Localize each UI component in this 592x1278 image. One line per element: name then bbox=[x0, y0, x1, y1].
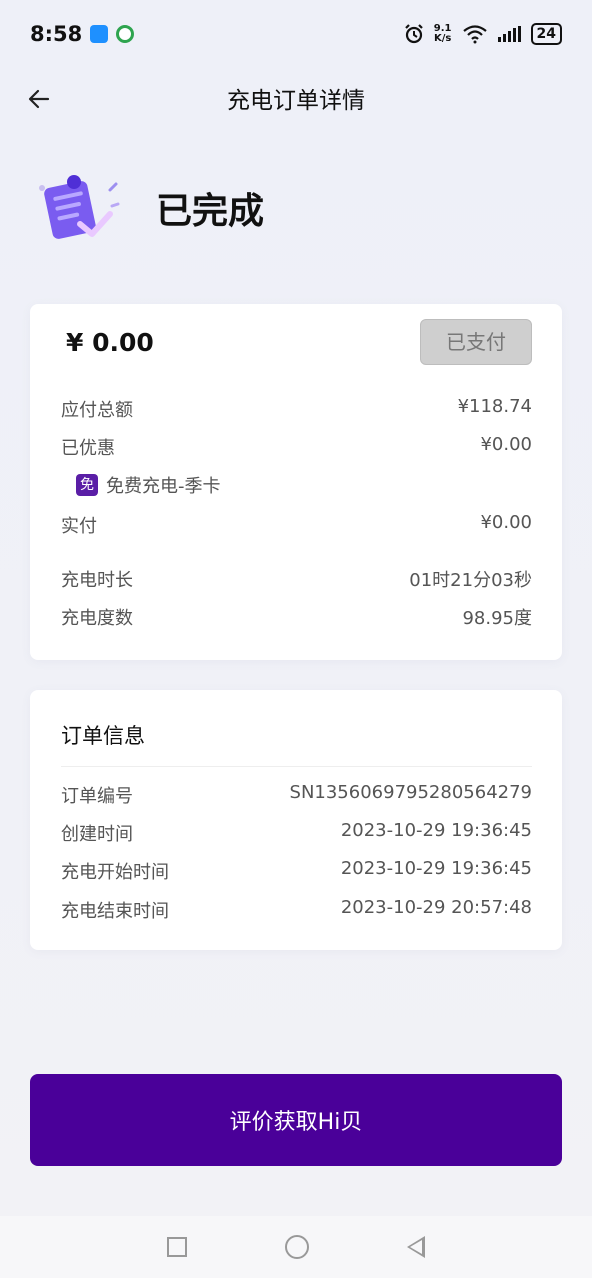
charge-duration-row: 充电时长 01时21分03秒 bbox=[61, 566, 532, 592]
status-bar: 8:58 9.1 K/s 24 bbox=[0, 0, 592, 68]
alarm-icon bbox=[405, 24, 423, 44]
charge-start-time-row: 充电开始时间 2023-10-29 19:36:45 bbox=[61, 858, 532, 884]
discount-row: 已优惠 ¥0.00 bbox=[61, 434, 532, 460]
row-label: 充电结束时间 bbox=[61, 901, 169, 922]
divider bbox=[61, 766, 532, 767]
order-complete-illustration-icon bbox=[36, 168, 120, 248]
actual-paid-row: 实付 ¥0.00 bbox=[61, 512, 532, 538]
order-status: 已完成 bbox=[36, 168, 264, 248]
net-speed: 9.1 K/s bbox=[434, 24, 452, 44]
row-value: 2023-10-29 19:36:45 bbox=[340, 858, 532, 879]
charge-end-time-row: 充电结束时间 2023-10-29 20:57:48 bbox=[61, 897, 532, 923]
order-status-text: 已完成 bbox=[156, 191, 265, 232]
net-speed-unit: K/s bbox=[433, 33, 452, 44]
nav-back-icon[interactable] bbox=[407, 1236, 425, 1258]
signal-icon bbox=[497, 26, 521, 42]
wifi-icon bbox=[462, 25, 487, 44]
row-label: 充电时长 bbox=[61, 570, 133, 591]
charge-energy-row: 充电度数 98.95度 bbox=[61, 604, 532, 630]
row-label: 应付总额 bbox=[61, 400, 133, 421]
page-title: 充电订单详情 bbox=[227, 88, 365, 114]
payable-total-row: 应付总额 ¥118.74 bbox=[61, 396, 532, 422]
paid-status-button[interactable]: 已支付 bbox=[420, 319, 532, 365]
page-header: 充电订单详情 bbox=[0, 68, 592, 128]
coupon-item: 免 免费充电-季卡 bbox=[76, 472, 221, 498]
row-value: ¥0.00 bbox=[480, 434, 532, 455]
battery-icon: 24 bbox=[530, 23, 562, 45]
message-app-icon bbox=[90, 25, 109, 43]
row-label: 充电开始时间 bbox=[61, 862, 169, 883]
row-value: ¥118.74 bbox=[457, 396, 532, 417]
row-value: SN1356069795280564279 bbox=[289, 782, 532, 803]
system-nav-bar bbox=[0, 1216, 592, 1278]
row-value: 01时21分03秒 bbox=[409, 570, 532, 591]
row-label: 已优惠 bbox=[61, 438, 115, 459]
browser-app-icon bbox=[116, 25, 135, 43]
home-icon[interactable] bbox=[285, 1235, 309, 1259]
payment-card: ¥ 0.00 已支付 应付总额 ¥118.74 已优惠 ¥0.00 免 免费充电… bbox=[30, 304, 562, 660]
status-time: 8:58 bbox=[30, 22, 83, 46]
row-label: 实付 bbox=[61, 516, 97, 537]
recent-apps-icon[interactable] bbox=[167, 1237, 187, 1257]
review-reward-button[interactable]: 评价获取Hi贝 bbox=[30, 1074, 562, 1166]
row-label: 充电度数 bbox=[61, 608, 133, 629]
coupon-name: 免费充电-季卡 bbox=[106, 476, 221, 497]
order-info-title: 订单信息 bbox=[61, 724, 145, 748]
row-value: 2023-10-29 19:36:45 bbox=[340, 820, 532, 841]
row-value: 98.95度 bbox=[462, 608, 532, 629]
row-value: ¥0.00 bbox=[480, 512, 532, 533]
created-time-row: 创建时间 2023-10-29 19:36:45 bbox=[61, 820, 532, 846]
row-value: 2023-10-29 20:57:48 bbox=[340, 897, 532, 918]
row-label: 订单编号 bbox=[61, 786, 133, 807]
back-arrow-icon[interactable] bbox=[22, 82, 56, 116]
status-icons: 9.1 K/s 24 bbox=[404, 23, 562, 45]
paid-amount: ¥ 0.00 bbox=[66, 328, 154, 357]
order-number-row: 订单编号 SN1356069795280564279 bbox=[61, 782, 532, 808]
order-info-card: 订单信息 订单编号 SN1356069795280564279 创建时间 202… bbox=[30, 690, 562, 950]
coupon-badge-icon: 免 bbox=[76, 474, 98, 496]
row-label: 创建时间 bbox=[61, 824, 133, 845]
